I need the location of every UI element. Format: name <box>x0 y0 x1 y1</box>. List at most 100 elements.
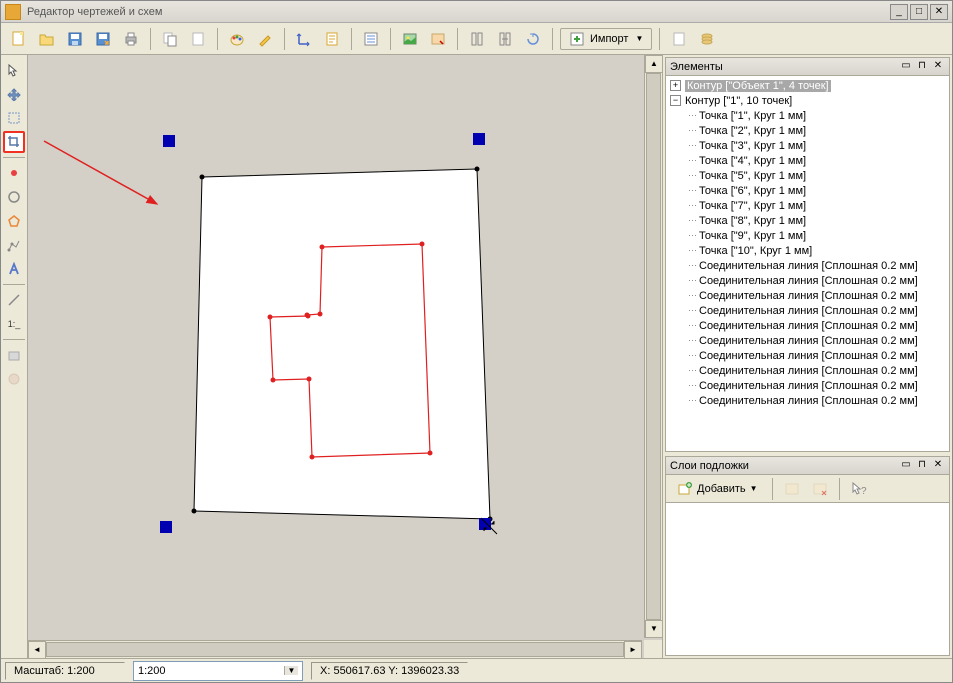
scroll-left-button[interactable]: ◄ <box>28 641 46 658</box>
tree-row[interactable]: ⋯Точка ["7", Круг 1 мм] <box>668 198 947 213</box>
tree-item-label: Точка ["2", Круг 1 мм] <box>699 125 806 137</box>
tree-item-label: Соединительная линия [Сплошная 0.2 мм] <box>699 260 918 272</box>
refresh-button[interactable] <box>521 27 545 51</box>
tree-row[interactable]: ⋯Точка ["2", Круг 1 мм] <box>668 123 947 138</box>
tree-row[interactable]: ⋯Точка ["4", Круг 1 мм] <box>668 153 947 168</box>
tree-row[interactable]: ⋯Соединительная линия [Сплошная 0.2 мм] <box>668 258 947 273</box>
grid-type2-button[interactable] <box>493 27 517 51</box>
tree-item-label: Соединительная линия [Сплошная 0.2 мм] <box>699 380 918 392</box>
scale-combo-value: 1:200 <box>138 665 284 677</box>
horizontal-scrollbar[interactable]: ◄ ► <box>28 640 642 658</box>
paste-button[interactable] <box>186 27 210 51</box>
rect-select-tool[interactable] <box>3 107 25 129</box>
tree-row[interactable]: ⋯Соединительная линия [Сплошная 0.2 мм] <box>668 348 947 363</box>
layers-list[interactable] <box>666 503 949 655</box>
tree-row[interactable]: ⋯Точка ["8", Круг 1 мм] <box>668 213 947 228</box>
image-edit-button[interactable] <box>426 27 450 51</box>
tree-row[interactable]: ⋯Соединительная линия [Сплошная 0.2 мм] <box>668 333 947 348</box>
print-button[interactable] <box>119 27 143 51</box>
panel-dock-button[interactable]: ▭ <box>899 459 913 473</box>
close-button[interactable]: ✕ <box>930 4 948 20</box>
tree-row[interactable]: ⋯Точка ["5", Круг 1 мм] <box>668 168 947 183</box>
layers-panel-title: Слои подложки <box>670 460 899 472</box>
pointer-tool[interactable] <box>3 59 25 81</box>
text-tool[interactable] <box>3 258 25 280</box>
page-setup-button[interactable] <box>320 27 344 51</box>
panel-pin-button[interactable]: ⊓ <box>915 60 929 74</box>
layers-toolbar: Добавить ▼ ? <box>666 475 949 503</box>
tree-row[interactable]: ⋯Точка ["9", Круг 1 мм] <box>668 228 947 243</box>
tree-row[interactable]: ⋯Соединительная линия [Сплошная 0.2 мм] <box>668 273 947 288</box>
line-tool[interactable] <box>3 289 25 311</box>
circle-fill-tool[interactable] <box>3 368 25 390</box>
panel-close-button[interactable]: ✕ <box>931 459 945 473</box>
move-tool[interactable] <box>3 83 25 105</box>
tree-row[interactable]: ⋯Соединительная линия [Сплошная 0.2 мм] <box>668 363 947 378</box>
tree-row[interactable]: ⋯Соединительная линия [Сплошная 0.2 мм] <box>668 288 947 303</box>
list-button[interactable] <box>359 27 383 51</box>
layer-tool[interactable] <box>3 344 25 366</box>
panel-dock-button[interactable]: ▭ <box>899 60 913 74</box>
save-button[interactable] <box>63 27 87 51</box>
add-layer-button[interactable]: Добавить ▼ <box>670 478 765 500</box>
maximize-button[interactable]: □ <box>910 4 928 20</box>
dropdown-arrow-icon[interactable]: ▼ <box>284 666 298 675</box>
export-page-button[interactable] <box>667 27 691 51</box>
tree-item-label: Соединительная линия [Сплошная 0.2 мм] <box>699 395 918 407</box>
tree-row[interactable]: ⋯Точка ["1", Круг 1 мм] <box>668 108 947 123</box>
tree-row[interactable]: ⋯Соединительная линия [Сплошная 0.2 мм] <box>668 393 947 408</box>
save-as-button[interactable] <box>91 27 115 51</box>
tree-item-label: Точка ["5", Круг 1 мм] <box>699 170 806 182</box>
tree-item-label: Точка ["6", Круг 1 мм] <box>699 185 806 197</box>
tree-row[interactable]: ⋯Точка ["6", Круг 1 мм] <box>668 183 947 198</box>
copy-button[interactable] <box>158 27 182 51</box>
edit-points-tool[interactable] <box>3 234 25 256</box>
tree-row[interactable]: ⋯Точка ["3", Круг 1 мм] <box>668 138 947 153</box>
tree-item-label: Точка ["1", Круг 1 мм] <box>699 110 806 122</box>
scroll-down-button[interactable]: ▼ <box>645 620 662 638</box>
elements-panel: Элементы ▭ ⊓ ✕ +Контур ["Объект 1", 4 то… <box>665 57 950 452</box>
open-file-button[interactable] <box>35 27 59 51</box>
grid-type1-button[interactable] <box>465 27 489 51</box>
svg-text:?: ? <box>861 486 867 497</box>
canvas[interactable] <box>32 59 642 638</box>
axes-button[interactable] <box>292 27 316 51</box>
minimize-button[interactable]: _ <box>890 4 908 20</box>
palette-button[interactable] <box>225 27 249 51</box>
scale-combo[interactable]: 1:200 ▼ <box>133 661 303 681</box>
scroll-thumb-h[interactable] <box>46 642 624 657</box>
tree-row[interactable]: ⋯Соединительная линия [Сплошная 0.2 мм] <box>668 378 947 393</box>
dimension-tool[interactable]: 1:_ <box>3 313 25 335</box>
pencil-button[interactable] <box>253 27 277 51</box>
tree-row[interactable]: +Контур ["Объект 1", 4 точек] <box>668 78 947 93</box>
tree-expand-toggle[interactable]: − <box>670 95 681 106</box>
circle-tool[interactable] <box>3 186 25 208</box>
point-tool[interactable] <box>3 162 25 184</box>
scroll-up-button[interactable]: ▲ <box>645 55 662 73</box>
canvas-area: ▲ ▼ ◄ ► <box>28 55 662 658</box>
layer-delete-button[interactable] <box>808 477 832 501</box>
vertical-scrollbar[interactable]: ▲ ▼ <box>644 55 662 638</box>
scroll-thumb-v[interactable] <box>646 73 661 620</box>
image-button[interactable] <box>398 27 422 51</box>
tree-row[interactable]: ⋯Точка ["10", Круг 1 мм] <box>668 243 947 258</box>
tree-expand-toggle[interactable]: + <box>670 80 681 91</box>
crop-tool[interactable] <box>3 131 25 153</box>
tree-row[interactable]: ⋯Соединительная линия [Сплошная 0.2 мм] <box>668 318 947 333</box>
titlebar: Редактор чертежей и схем _ □ ✕ <box>1 1 952 23</box>
scroll-right-button[interactable]: ► <box>624 641 642 658</box>
right-panels: Элементы ▭ ⊓ ✕ +Контур ["Объект 1", 4 то… <box>662 55 952 658</box>
import-button[interactable]: Импорт ▼ <box>560 28 652 50</box>
new-file-button[interactable] <box>7 27 31 51</box>
layer-edit-button[interactable] <box>780 477 804 501</box>
tree-item-label: Соединительная линия [Сплошная 0.2 мм] <box>699 275 918 287</box>
polygon-tool[interactable] <box>3 210 25 232</box>
panel-pin-button[interactable]: ⊓ <box>915 459 929 473</box>
panel-close-button[interactable]: ✕ <box>931 60 945 74</box>
tree-item-label: Точка ["4", Круг 1 мм] <box>699 155 806 167</box>
layer-help-button[interactable]: ? <box>847 477 871 501</box>
elements-tree[interactable]: +Контур ["Объект 1", 4 точек]−Контур ["1… <box>666 76 949 451</box>
layers-stack-button[interactable] <box>695 27 719 51</box>
tree-row[interactable]: −Контур ["1", 10 точек] <box>668 93 947 108</box>
tree-row[interactable]: ⋯Соединительная линия [Сплошная 0.2 мм] <box>668 303 947 318</box>
